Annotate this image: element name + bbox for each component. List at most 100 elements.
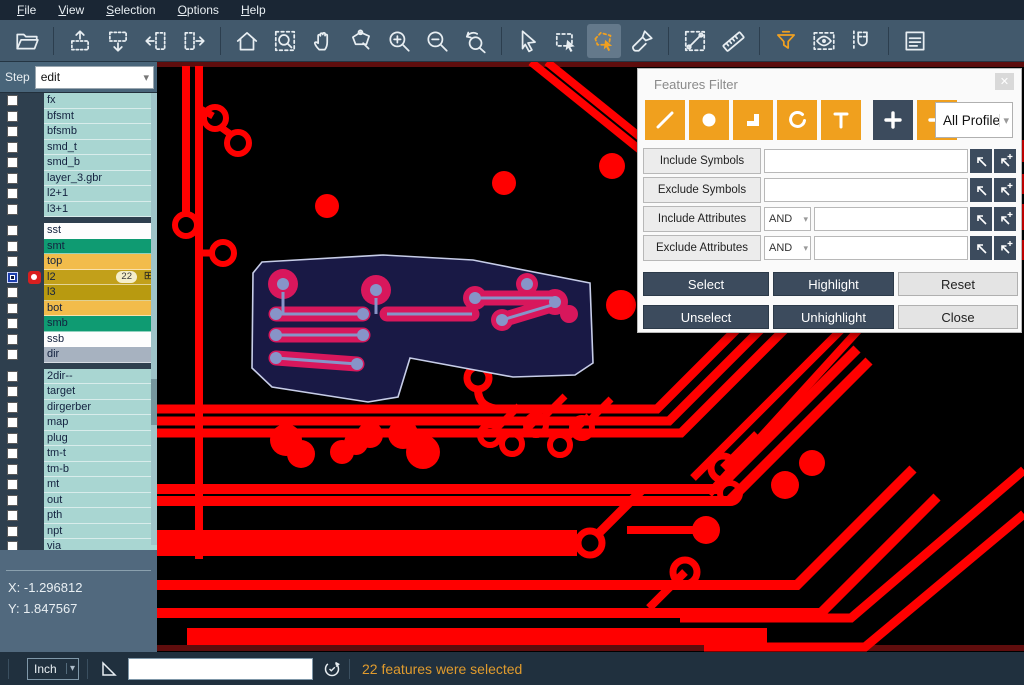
command-input[interactable] — [128, 658, 313, 680]
unit-select[interactable]: Inch ▾ — [27, 658, 79, 680]
active-layer-indicator-cell[interactable] — [24, 446, 44, 462]
unhighlight-button[interactable]: Unhighlight — [773, 305, 894, 329]
layer-name[interactable]: plug — [44, 431, 157, 447]
layer-name[interactable]: l222⊞ — [44, 270, 157, 286]
menu-item-help[interactable]: Help — [230, 0, 277, 20]
layer-row-layer_3.gbr[interactable]: layer_3.gbr — [0, 171, 157, 187]
zoom-out-icon[interactable] — [420, 24, 454, 58]
clean-brush-icon[interactable] — [625, 24, 659, 58]
layer-name[interactable]: sst — [44, 223, 157, 239]
active-layer-indicator-cell[interactable] — [24, 400, 44, 416]
active-layer-indicator-cell[interactable] — [24, 493, 44, 509]
layer-checkbox[interactable] — [7, 433, 18, 444]
layer-name[interactable]: dirgerber — [44, 400, 157, 416]
layer-row-npt[interactable]: npt — [0, 524, 157, 540]
select-rectangle-icon[interactable] — [549, 24, 583, 58]
pick-from-screen-button[interactable] — [970, 178, 992, 202]
pick-add-from-screen-button[interactable] — [994, 149, 1016, 173]
layer-checkbox[interactable] — [7, 318, 18, 329]
active-layer-indicator-cell[interactable] — [24, 124, 44, 140]
layer-name[interactable]: smd_t — [44, 140, 157, 156]
layer-row-mt[interactable]: mt — [0, 477, 157, 493]
snap-magnet-icon[interactable] — [845, 24, 879, 58]
layer-row-sst[interactable]: sst — [0, 223, 157, 239]
active-layer-indicator-cell[interactable] — [24, 171, 44, 187]
pick-add-from-screen-button[interactable] — [994, 178, 1016, 202]
layer-name[interactable]: smd_b — [44, 155, 157, 171]
and-or-select[interactable]: AND▾ — [764, 207, 811, 231]
layer-row-pth[interactable]: pth — [0, 508, 157, 524]
page-right-icon[interactable] — [177, 24, 211, 58]
filter-funnel-icon[interactable] — [769, 24, 803, 58]
reset-button[interactable]: Reset — [898, 272, 1018, 296]
active-layer-indicator-cell[interactable] — [24, 332, 44, 348]
layer-name[interactable]: mt — [44, 477, 157, 493]
layer-checkbox[interactable] — [7, 173, 18, 184]
and-or-select[interactable]: AND▾ — [764, 236, 811, 260]
page-left-icon[interactable] — [139, 24, 173, 58]
layer-name[interactable]: tm-b — [44, 462, 157, 478]
active-layer-indicator-cell[interactable] — [24, 239, 44, 255]
surface-feature-button[interactable] — [733, 100, 773, 140]
pan-hand-icon[interactable] — [306, 24, 340, 58]
layer-name[interactable]: layer_3.gbr — [44, 171, 157, 187]
layer-name[interactable]: bfsmt — [44, 109, 157, 125]
step-select[interactable]: edit ▾ — [35, 66, 154, 89]
layer-checkbox[interactable] — [7, 256, 18, 267]
active-layer-indicator-cell[interactable] — [24, 109, 44, 125]
zoom-in-icon[interactable] — [382, 24, 416, 58]
line-feature-button[interactable] — [645, 100, 685, 140]
active-layer-indicator-cell[interactable] — [24, 155, 44, 171]
layer-name[interactable]: pth — [44, 508, 157, 524]
active-layer-indicator-cell[interactable] — [24, 524, 44, 540]
pick-add-from-screen-button[interactable] — [994, 236, 1016, 260]
layer-row-smb[interactable]: smb — [0, 316, 157, 332]
layer-checkbox[interactable] — [7, 526, 18, 537]
active-layer-indicator-cell[interactable] — [24, 202, 44, 218]
layer-row-smd_b[interactable]: smd_b — [0, 155, 157, 171]
filter-value-input[interactable] — [764, 149, 968, 173]
layer-checkbox[interactable] — [7, 464, 18, 475]
active-layer-indicator-cell[interactable] — [24, 316, 44, 332]
sync-icon[interactable] — [323, 660, 341, 678]
layer-row-tm-t[interactable]: tm-t — [0, 446, 157, 462]
layer-checkbox[interactable] — [7, 157, 18, 168]
layer-row-dir[interactable]: dir — [0, 347, 157, 363]
layer-name[interactable]: smb — [44, 316, 157, 332]
layer-checkbox[interactable] — [7, 126, 18, 137]
zoom-previous-icon[interactable] — [458, 24, 492, 58]
layer-checkbox[interactable] — [7, 95, 18, 106]
selected-region[interactable] — [252, 255, 593, 402]
close-button[interactable]: Close — [898, 305, 1018, 329]
layer-row-top[interactable]: top — [0, 254, 157, 270]
active-layer-indicator-cell[interactable] — [24, 508, 44, 524]
layer-checkbox[interactable] — [7, 272, 18, 283]
layer-row-ssb[interactable]: ssb — [0, 332, 157, 348]
layer-row-bfsmt[interactable]: bfsmt — [0, 109, 157, 125]
active-layer-indicator-cell[interactable] — [24, 384, 44, 400]
text-feature-button[interactable] — [821, 100, 861, 140]
layer-row-2dir--[interactable]: 2dir-- — [0, 369, 157, 385]
active-layer-indicator-cell[interactable] — [24, 477, 44, 493]
filter-label-button[interactable]: Exclude Attributes — [643, 235, 761, 261]
layer-name[interactable]: target — [44, 384, 157, 400]
layer-name[interactable]: l3+1 — [44, 202, 157, 218]
layer-name[interactable]: npt — [44, 524, 157, 540]
layer-checkbox[interactable] — [7, 241, 18, 252]
layer-row-smd_t[interactable]: smd_t — [0, 140, 157, 156]
layer-name[interactable]: bfsmb — [44, 124, 157, 140]
layer-checkbox[interactable] — [7, 510, 18, 521]
layer-checkbox[interactable] — [7, 188, 18, 199]
report-form-icon[interactable] — [898, 24, 932, 58]
layer-name[interactable]: smt — [44, 239, 157, 255]
active-layer-indicator-cell[interactable] — [24, 369, 44, 385]
layer-checkbox[interactable] — [7, 287, 18, 298]
menu-item-view[interactable]: View — [47, 0, 95, 20]
active-layer-indicator-cell[interactable] — [24, 186, 44, 202]
layer-checkbox[interactable] — [7, 495, 18, 506]
layer-row-smt[interactable]: smt — [0, 239, 157, 255]
filter-label-button[interactable]: Include Attributes — [643, 206, 761, 232]
layer-checkbox[interactable] — [7, 111, 18, 122]
layer-name[interactable]: ssb — [44, 332, 157, 348]
measure-line-icon[interactable] — [678, 24, 712, 58]
